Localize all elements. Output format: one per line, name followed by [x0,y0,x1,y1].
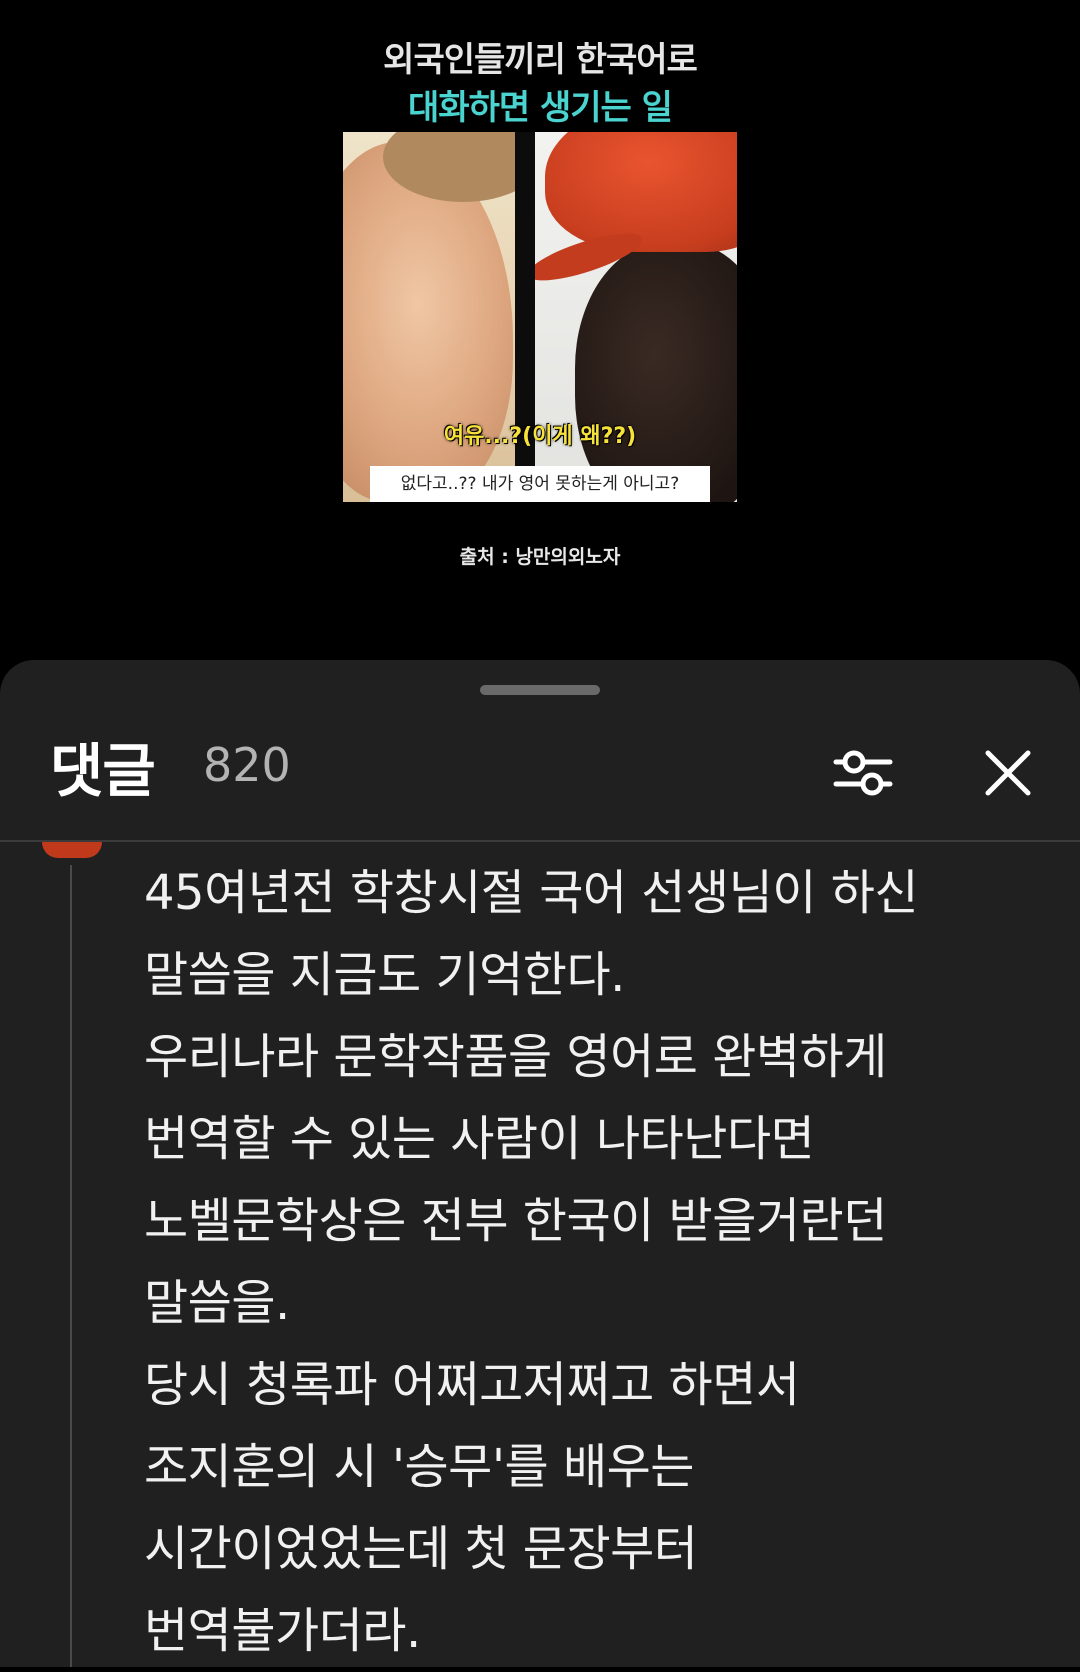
comment-line: 조지훈의 시 '승무'를 배우는 [144,1439,694,1495]
close-button[interactable] [980,745,1036,801]
video-caption-yellow: 여유...?(이게 왜??) [443,424,637,449]
comment-line: 말씀을. [144,1275,290,1331]
video-source-credit: 출처 : 낭만의외노자 [459,546,621,568]
comment-line: 우리나라 문학작품을 영어로 완벽하게 [144,1029,887,1085]
comments-count: 820 [203,738,291,792]
comment-line: 45여년전 학창시절 국어 선생님이 하신 [144,865,919,921]
comments-sheet: 댓글 820 45여년전 학창시절 국어 선생님이 하신 말씀을 지금도 기억한… [0,660,1080,1667]
close-icon [985,750,1031,796]
comment-line: 말씀을 지금도 기억한다. [144,947,625,1003]
video-caption-white: 없다고..?? 내가 영어 못하는게 아니고? [370,466,710,502]
comment-line: 당시 청록파 어쩌고저쩌고 하면서 [144,1357,800,1413]
avatar[interactable] [42,842,102,858]
video-title-line-1: 외국인들끼리 한국어로 [383,40,698,80]
reply-thread-line [70,865,72,1667]
red-cap [545,132,737,252]
right-speaker-head [575,242,737,502]
video-player[interactable]: 외국인들끼리 한국어로 대화하면 생기는 일 여유...?(이게 왜??) 없다… [0,0,1080,680]
video-title-line-2: 대화하면 생기는 일 [408,88,673,128]
comment-line: 시간이었었는데 첫 문장부터 [144,1521,698,1577]
comments-title: 댓글 [50,737,156,805]
comment-line: 번역할 수 있는 사람이 나타난다면 [144,1111,815,1167]
sliders-icon [833,750,893,796]
short-video-frame[interactable]: 외국인들끼리 한국어로 대화하면 생기는 일 여유...?(이게 왜??) 없다… [343,0,737,680]
sort-filter-button[interactable] [830,740,896,806]
comment-line: 노벨문학상은 전부 한국이 받을거란던 [144,1193,887,1249]
comment-body: 45여년전 학창시절 국어 선생님이 하신 말씀을 지금도 기억한다. 우리나라… [144,852,1024,1672]
comment-line: 번역불가더라. [144,1603,421,1659]
header-divider [0,840,1080,842]
drag-handle[interactable] [480,685,600,695]
